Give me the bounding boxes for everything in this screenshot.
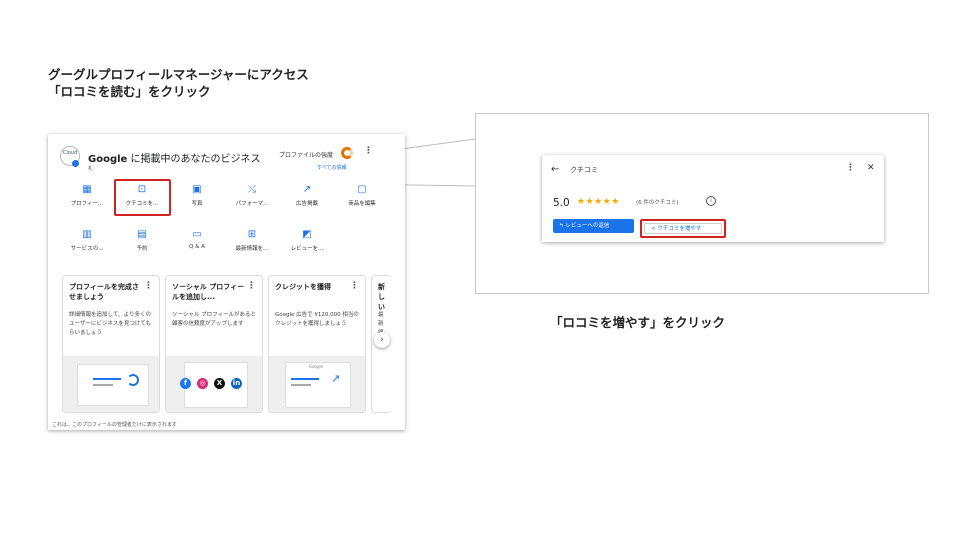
photo-icon: ▣ <box>192 184 202 195</box>
card-illustration: Google ↗ <box>269 356 365 412</box>
instagram-icon: ◎ <box>197 378 208 389</box>
business-name: 札 <box>88 166 94 172</box>
action-edit-profile[interactable]: ▦ プロフィー... <box>59 184 115 207</box>
action-add-update[interactable]: ⊞ 最新情報を... <box>224 229 280 252</box>
action-performance[interactable]: ⤯ パフォーマ... <box>224 184 280 207</box>
card-menu-icon[interactable]: ⋮ <box>350 281 359 291</box>
action-booking[interactable]: ▤ 予約 <box>114 229 170 252</box>
instruction-line-2: 「ロコミを読む」をクリック <box>48 84 211 99</box>
reply-reviews-button[interactable]: ↰ レビューへの返信 <box>553 219 634 233</box>
action-label: 商品を編集 <box>348 201 376 207</box>
card-illustration <box>63 356 159 412</box>
facebook-icon: f <box>180 378 191 389</box>
action-qa[interactable]: ▭ Q & A <box>169 229 225 250</box>
panel-title: Google に掲載中のあなたのビジネス <box>88 150 261 165</box>
star-rating-icon: ★★★★★ <box>577 197 620 207</box>
review-count: (6 件のクチコミ) <box>636 200 679 206</box>
see-all-info-link[interactable]: すべての情報 <box>317 164 346 171</box>
card-title: プロフィールを完成させましょう <box>69 283 139 301</box>
carousel-next-button[interactable]: › <box>374 332 390 348</box>
card-ad-credit[interactable]: クレジットを獲得 ⋮ Google 広告で ¥120,000 相当のクレジットを… <box>268 275 366 413</box>
linkedin-icon: in <box>231 378 242 389</box>
panel-title-brand: Google <box>88 154 128 165</box>
card-illustration: f ◎ X in <box>166 356 262 412</box>
card-menu-icon[interactable]: ⋮ <box>144 281 153 291</box>
instruction-heading: グーグルプロフィールマネージャーにアクセス 「ロコミを読む」をクリック <box>48 66 309 100</box>
card-title: クレジットを獲得 <box>275 283 331 291</box>
action-ask-reviews[interactable]: ◩ レビューを... <box>279 229 335 252</box>
action-label: パフォーマ... <box>235 201 269 207</box>
action-label: サービスの... <box>70 246 104 252</box>
info-icon[interactable]: i <box>706 196 716 206</box>
x-icon: X <box>214 378 225 389</box>
verified-check-icon <box>72 160 79 167</box>
close-icon[interactable]: ✕ <box>867 163 875 173</box>
card-complete-profile[interactable]: プロフィールを完成させましょう ⋮ 詳細情報を追加して、より多くのユーザーにビジ… <box>62 275 160 413</box>
action-photos[interactable]: ▣ 写真 <box>169 184 225 207</box>
progress-icon <box>127 374 139 386</box>
card-body: ソーシャル プロフィールがあると顧客の信頼度がアップします <box>172 312 257 327</box>
calendar-icon: ▤ <box>137 229 147 240</box>
business-profile-panel: Cloud Google に掲載中のあなたのビジネス 札 プロファイルの強度 ⋮… <box>48 134 405 430</box>
action-services[interactable]: ▥ サービスの... <box>59 229 115 252</box>
action-ads[interactable]: ↗ 広告掲載 <box>279 184 335 207</box>
panel-title-text: に掲載中のあなたのビジネス <box>127 154 261 165</box>
more-options-icon[interactable]: ⋮ <box>364 146 373 156</box>
action-label: 最新情報を... <box>235 246 269 252</box>
ads-icon: ↗ <box>302 184 312 195</box>
products-icon: ▢ <box>357 184 367 195</box>
action-edit-products[interactable]: ▢ 商品を編集 <box>334 184 390 207</box>
back-arrow-icon[interactable]: ← <box>551 164 559 175</box>
storefront-icon: ▦ <box>82 184 92 195</box>
grow-reviews-button[interactable]: < クチコミを増やす <box>644 223 722 234</box>
card-title: 新しい <box>378 283 385 311</box>
grow-button-label: クチコミを増やす <box>657 226 702 232</box>
profile-strength-ring <box>341 147 353 159</box>
performance-icon: ⤯ <box>248 184 256 195</box>
read-reviews-highlight <box>114 179 171 216</box>
qa-icon: ▭ <box>192 229 202 240</box>
rating-score: 5.0 <box>553 197 570 209</box>
review-request-icon: ◩ <box>302 229 312 240</box>
action-label: 予約 <box>136 246 148 252</box>
card-title: ソーシャル プロフィールを追加し... <box>172 283 245 301</box>
reply-button-label: レビューへの返信 <box>565 223 610 229</box>
action-label: 写真 <box>191 201 203 207</box>
card-body: Google 広告で ¥120,000 相当のクレジットを獲得しましょう <box>275 312 359 327</box>
reply-icon: ↰ <box>559 223 564 229</box>
action-label: Q & A <box>189 244 205 250</box>
more-options-icon[interactable]: ⋮ <box>846 163 855 173</box>
action-label: レビューを... <box>290 246 324 252</box>
action-label: 広告掲載 <box>295 201 318 207</box>
reviews-panel: ← クチコミ ⋮ ✕ 5.0 ★★★★★ (6 件のクチコミ) i ↰ レビュー… <box>542 155 884 242</box>
card-menu-icon[interactable]: ⋮ <box>247 281 256 291</box>
profile-strength-label: プロファイルの強度 <box>279 152 334 159</box>
card-body: 詳細情報を追加して、より多くのユーザーにビジネスを見つけてもらいましょう <box>69 312 152 336</box>
reviews-title: クチコミ <box>570 166 598 174</box>
ad-preview-label: Google <box>309 364 324 369</box>
share-icon: < <box>651 226 656 232</box>
trend-icon: ↗ <box>331 372 341 385</box>
action-label: プロフィー... <box>70 201 104 207</box>
instruction-line-3: 「ロコミを増やす」をクリック <box>550 315 726 330</box>
services-icon: ▥ <box>82 229 92 240</box>
admin-only-notice: これは、このプロフィールの管理者だけに表示されます <box>52 422 177 428</box>
grow-reviews-highlight: < クチコミを増やす <box>640 219 726 238</box>
instruction-line-1: グーグルプロフィールマネージャーにアクセス <box>48 67 309 82</box>
card-social-profiles[interactable]: ソーシャル プロフィールを追加し... ⋮ ソーシャル プロフィールがあると顧客… <box>165 275 263 413</box>
post-icon: ⊞ <box>247 229 257 240</box>
